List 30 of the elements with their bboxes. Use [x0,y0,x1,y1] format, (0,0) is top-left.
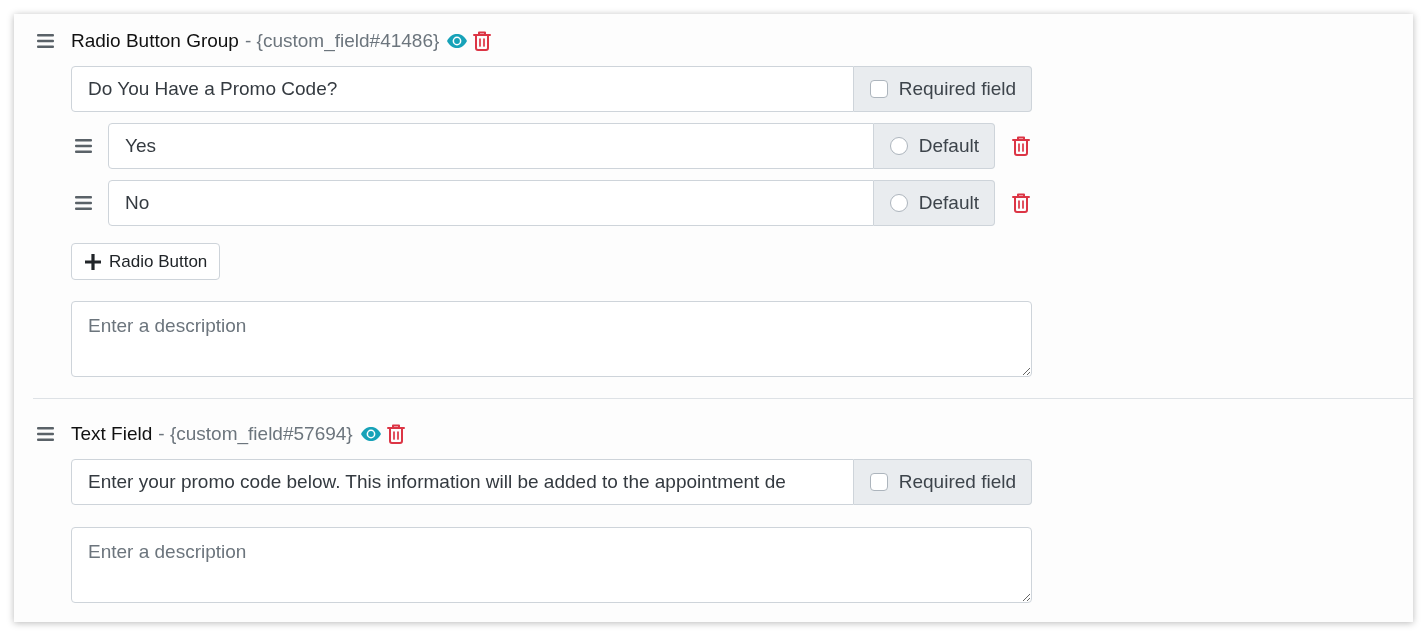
option-field[interactable]: Yes [108,123,874,169]
field-tag: - {custom_field#57694} [158,423,353,445]
field-type-title: Text Field [71,423,153,445]
option-field[interactable]: No [108,180,874,226]
checkbox[interactable] [869,80,888,98]
label-field[interactable]: Do You Have a Promo Code? [71,66,854,112]
eye-icon[interactable] [360,427,381,441]
bars-icon[interactable] [75,196,92,210]
description-field[interactable]: Enter a description [71,301,1032,377]
bars-icon[interactable] [37,34,54,48]
plus-icon [85,253,101,270]
field-type-title: Radio Button Group [71,30,239,52]
trash-icon[interactable] [473,31,492,51]
description-field[interactable]: Enter a description [71,527,1032,603]
trash-icon[interactable] [1012,193,1030,213]
trash-icon[interactable] [386,424,405,444]
required-field-toggle[interactable]: Required field [853,459,1032,505]
checkbox[interactable] [869,473,888,491]
bars-icon[interactable] [37,427,54,441]
radio-button[interactable] [889,194,908,212]
radio-button[interactable] [889,137,908,155]
trash-icon[interactable] [1012,136,1030,156]
default-toggle[interactable]: Default [873,180,995,226]
label-field[interactable]: Enter your promo code below. This information will be added to the appointment de [71,459,854,505]
field-tag: - {custom_field#41486} [244,30,440,52]
required-field-toggle[interactable]: Required field [853,66,1032,112]
add-option-button[interactable]: Radio Button [71,243,221,280]
eye-icon[interactable] [447,34,468,48]
default-toggle[interactable]: Default [873,123,995,169]
bars-icon[interactable] [75,139,92,153]
